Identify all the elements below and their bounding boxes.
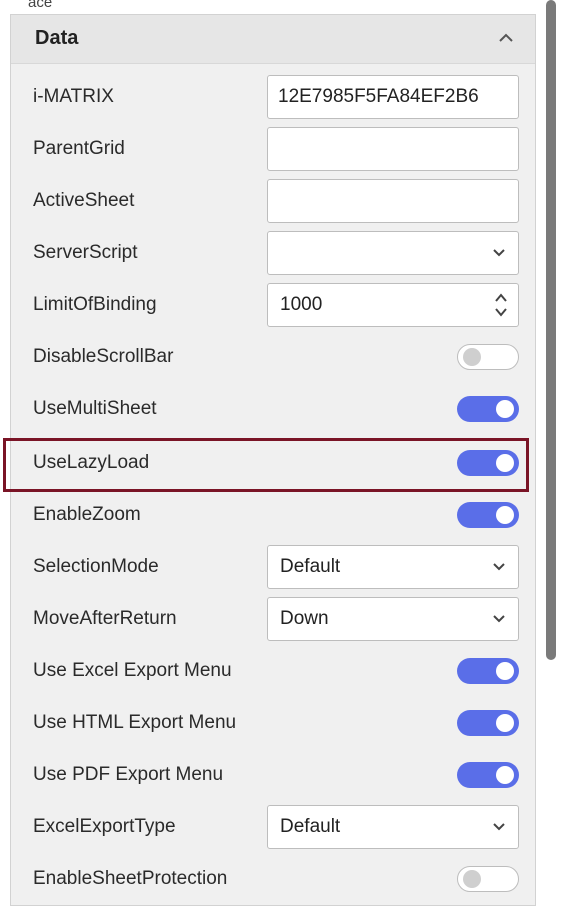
property-row-usemultisheet: UseMultiSheet [11,383,535,435]
property-label: EnableSheetProtection [33,868,228,889]
data-section-header[interactable]: Data [11,15,535,64]
usehtmlexport-toggle[interactable] [457,710,519,736]
property-row-activesheet: ActiveSheet [11,175,535,227]
property-label: Use Excel Export Menu [33,660,232,681]
property-label: UseMultiSheet [33,398,157,419]
property-row-usehtmlexport: Use HTML Export Menu [11,697,535,749]
limitofbinding-stepper[interactable]: 1000 [267,283,519,327]
stepper-value: 1000 [280,294,323,315]
chevron-down-icon [493,823,505,831]
property-label: ServerScript [33,242,138,263]
section-title: Data [35,27,79,49]
moveafterreturn-select[interactable]: Down [267,597,519,641]
disablescrollbar-toggle[interactable] [457,344,519,370]
property-row-limitofbinding: LimitOfBinding 1000 [11,279,535,331]
activesheet-field[interactable] [267,179,519,223]
toggle-knob [463,348,481,366]
property-label: SelectionMode [33,556,159,577]
toggle-knob [496,714,514,732]
vertical-scrollbar[interactable] [546,0,556,660]
property-label: ActiveSheet [33,190,135,211]
properties-panel: Data i-MATRIX 12E7985F5FA84EF2B6 ParentG… [10,14,536,906]
toggle-knob [496,454,514,472]
serverscript-select[interactable] [267,231,519,275]
property-row-serverscript: ServerScript [11,227,535,279]
property-label: ParentGrid [33,138,125,159]
usemultisheet-toggle[interactable] [457,396,519,422]
select-value: Default [280,556,341,577]
selectionmode-select[interactable]: Default [267,545,519,589]
chevron-down-icon [493,249,505,257]
property-row-imatrix: i-MATRIX 12E7985F5FA84EF2B6 [11,71,535,123]
spinner-arrows-icon[interactable] [494,290,508,320]
property-row-enablezoom: EnableZoom [11,489,535,541]
toggle-knob [496,400,514,418]
chevron-down-icon [493,563,505,571]
enablesheetprotection-toggle[interactable] [457,866,519,892]
useexcelexport-toggle[interactable] [457,658,519,684]
property-row-uselazyload: UseLazyLoad [11,437,535,489]
truncated-section-label: ace [28,0,53,11]
property-row-useexcelexport: Use Excel Export Menu [11,645,535,697]
enablezoom-toggle[interactable] [457,502,519,528]
parentgrid-field[interactable] [267,127,519,171]
toggle-knob [496,506,514,524]
property-label: DisableScrollBar [33,346,174,367]
property-label: Use PDF Export Menu [33,764,224,785]
chevron-up-icon[interactable] [497,29,515,47]
property-label: ExcelExportType [33,816,176,837]
property-label: Use HTML Export Menu [33,712,237,733]
property-label: i-MATRIX [33,86,114,107]
property-label: LimitOfBinding [33,294,157,315]
toggle-knob [496,662,514,680]
chevron-down-icon [493,615,505,623]
toggle-knob [496,766,514,784]
property-row-moveafterreturn: MoveAfterReturn Down [11,593,535,645]
property-row-excelexporttype: ExcelExportType Default [11,801,535,853]
property-label: EnableZoom [33,504,141,525]
excelexporttype-select[interactable]: Default [267,805,519,849]
property-row-parentgrid: ParentGrid [11,123,535,175]
toggle-knob [463,870,481,888]
imatrix-field[interactable]: 12E7985F5FA84EF2B6 [267,75,519,119]
property-label: UseLazyLoad [33,452,150,473]
property-row-disablescrollbar: DisableScrollBar [11,331,535,383]
property-row-selectionmode: SelectionMode Default [11,541,535,593]
property-label: MoveAfterReturn [33,608,177,629]
property-row-usepdfexport: Use PDF Export Menu [11,749,535,801]
uselazyload-toggle[interactable] [457,450,519,476]
property-row-enablesheetprotection: EnableSheetProtection [11,853,535,905]
select-value: Down [280,608,329,629]
select-value: Default [280,816,341,837]
usepdfexport-toggle[interactable] [457,762,519,788]
